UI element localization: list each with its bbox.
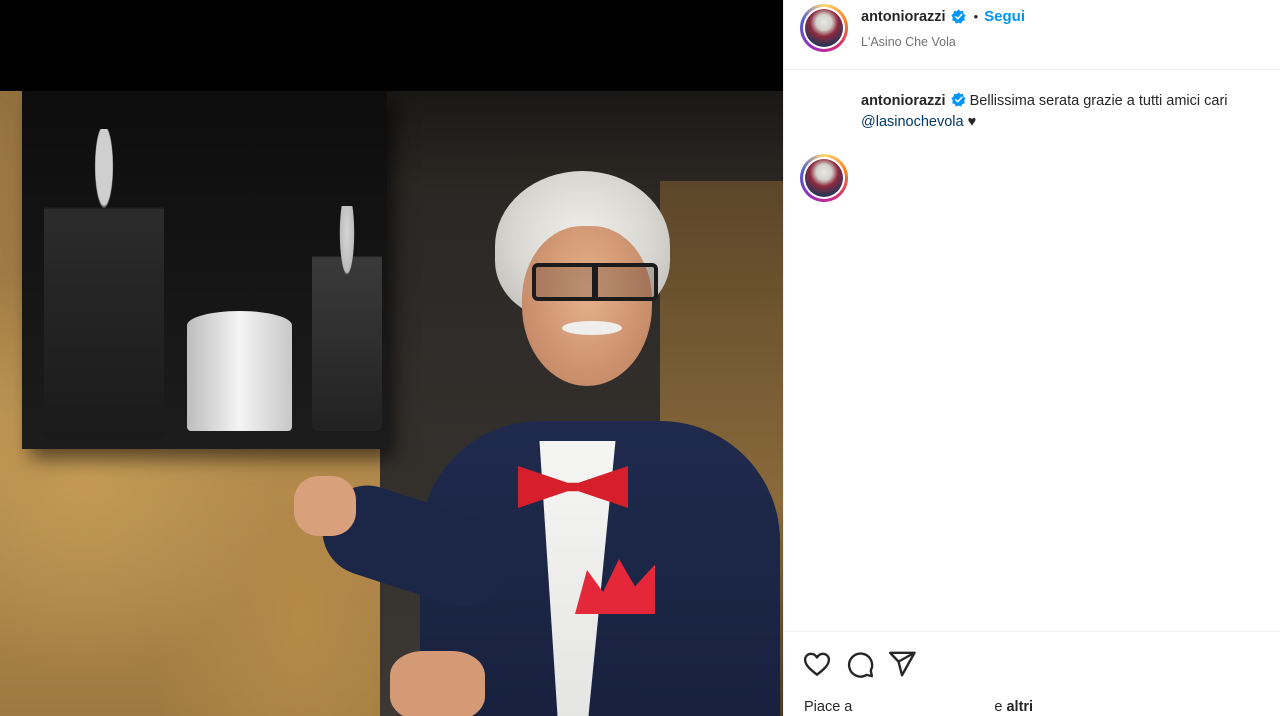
heart-icon[interactable] bbox=[802, 649, 832, 679]
avatar-image bbox=[805, 159, 843, 197]
caption-author-username[interactable]: antoniorazzi bbox=[861, 93, 946, 109]
avatar-image bbox=[805, 9, 843, 47]
author-username[interactable]: antoniorazzi bbox=[861, 9, 946, 25]
glasses bbox=[532, 263, 658, 301]
photo-figure-left bbox=[44, 129, 164, 439]
likes-others-link[interactable]: altri bbox=[1006, 699, 1033, 715]
pointing-hand bbox=[390, 651, 485, 716]
post-photo[interactable] bbox=[0, 91, 783, 716]
share-icon[interactable] bbox=[887, 649, 917, 679]
likes-joiner: e bbox=[994, 699, 1003, 715]
instagram-post-view: antoniorazzi • Segui L'Asino Che Vola an… bbox=[0, 0, 1280, 716]
caption-mention-link[interactable]: @lasinochevola bbox=[861, 114, 964, 130]
man-in-tuxedo bbox=[294, 171, 780, 716]
verified-badge-icon bbox=[950, 92, 966, 107]
caption-body: Bellissima serata grazie a tutti amici c… bbox=[969, 93, 1228, 109]
caption-text: antoniorazzi Bellissima serata grazie a … bbox=[861, 91, 1271, 133]
post-side-panel: antoniorazzi • Segui L'Asino Che Vola an… bbox=[783, 0, 1280, 716]
action-bar: Piace a e altri bbox=[784, 631, 1280, 716]
comment-icon[interactable] bbox=[845, 649, 875, 679]
mustache bbox=[562, 321, 622, 335]
separator-dot: • bbox=[973, 9, 979, 24]
header-line: antoniorazzi • Segui bbox=[861, 8, 1025, 25]
post-media[interactable] bbox=[0, 0, 783, 716]
likes-summary[interactable]: Piace a e altri bbox=[804, 699, 1033, 715]
fist bbox=[294, 476, 356, 536]
letterbox-bar bbox=[0, 0, 783, 91]
likes-prefix: Piace a bbox=[804, 699, 853, 715]
author-avatar[interactable] bbox=[800, 4, 848, 52]
location-line: L'Asino Che Vola bbox=[861, 33, 956, 51]
follow-button[interactable]: Segui bbox=[984, 8, 1025, 25]
post-header: antoniorazzi • Segui L'Asino Che Vola bbox=[784, 0, 1280, 70]
caption-author-avatar[interactable] bbox=[800, 154, 848, 202]
photo-table bbox=[187, 311, 292, 431]
post-location[interactable]: L'Asino Che Vola bbox=[861, 35, 956, 49]
face bbox=[522, 226, 652, 386]
verified-badge-icon bbox=[950, 9, 966, 24]
caption-suffix: ♥ bbox=[963, 114, 977, 130]
